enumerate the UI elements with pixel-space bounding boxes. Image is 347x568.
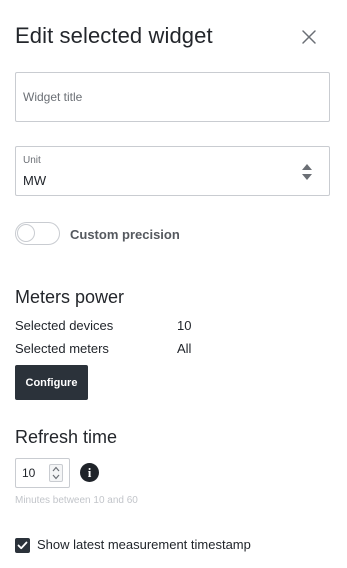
refresh-time-input[interactable] bbox=[16, 459, 46, 487]
refresh-time-heading: Refresh time bbox=[15, 427, 118, 447]
selected-devices-label: Selected devices bbox=[15, 318, 114, 333]
timestamp-checkbox-label: Show latest measurement timestamp bbox=[37, 537, 251, 552]
info-icon[interactable]: i bbox=[80, 463, 99, 482]
decrement-arrow-icon[interactable] bbox=[50, 473, 62, 481]
refresh-hint: Minutes between 10 and 60 bbox=[15, 495, 138, 506]
selected-meters-label: Selected meters bbox=[15, 341, 109, 356]
refresh-time-stepper bbox=[15, 458, 70, 488]
dialog-title: Edit selected widget bbox=[15, 23, 213, 48]
increment-arrow-icon[interactable] bbox=[50, 465, 62, 473]
unit-value: MW bbox=[23, 173, 47, 188]
custom-precision-toggle[interactable] bbox=[15, 222, 60, 245]
meters-power-heading: Meters power bbox=[15, 287, 125, 307]
unit-select[interactable]: Unit MW bbox=[15, 146, 330, 196]
custom-precision-label: Custom precision bbox=[70, 227, 180, 242]
unit-label: Unit bbox=[23, 155, 41, 166]
toggle-knob bbox=[17, 224, 35, 242]
widget-title-field bbox=[15, 72, 330, 122]
configure-button[interactable]: Configure bbox=[15, 365, 88, 400]
widget-title-input[interactable] bbox=[16, 73, 329, 121]
close-button[interactable] bbox=[298, 26, 320, 48]
close-icon bbox=[302, 30, 316, 44]
selected-devices-value: 10 bbox=[177, 318, 192, 333]
chevron-up-down-icon bbox=[302, 164, 312, 180]
timestamp-checkbox[interactable] bbox=[15, 538, 30, 553]
stepper-buttons bbox=[49, 464, 63, 482]
checkmark-icon bbox=[17, 541, 28, 550]
selected-meters-value: All bbox=[177, 341, 192, 356]
